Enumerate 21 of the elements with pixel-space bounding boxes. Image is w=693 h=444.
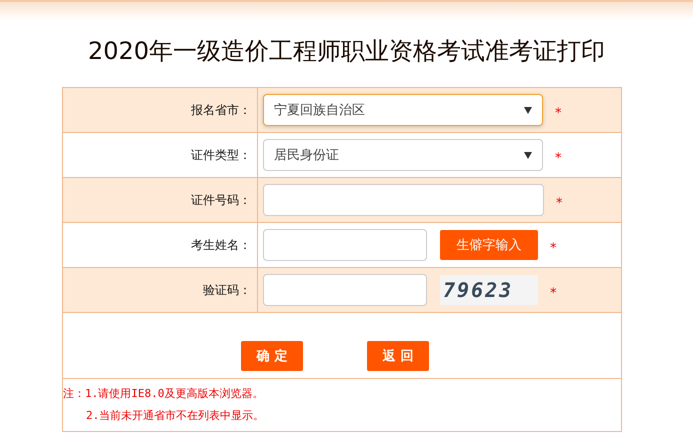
select-field[interactable]: 宁夏回族自治区 bbox=[263, 94, 543, 126]
note-text: 注：1.请使用IE8.0及更高版本浏览器。 bbox=[63, 387, 264, 400]
dropdown-caret-icon bbox=[524, 152, 532, 158]
field-label: 考生姓名： bbox=[191, 236, 251, 254]
required-mark: * bbox=[550, 286, 556, 300]
required-mark: * bbox=[550, 240, 556, 256]
field-label: 报名省市： bbox=[191, 102, 251, 118]
dropdown-caret-icon bbox=[524, 106, 532, 114]
note-text: 2.当前未开通省市不在列表中显示。 bbox=[86, 409, 264, 422]
field-label: 证件号码： bbox=[191, 192, 251, 208]
input-field[interactable] bbox=[263, 229, 427, 261]
required-mark: * bbox=[556, 196, 562, 210]
required-mark: * bbox=[555, 150, 562, 166]
field-label: 验证码： bbox=[203, 282, 251, 298]
input-field[interactable] bbox=[263, 184, 544, 216]
required-mark: * bbox=[555, 106, 562, 120]
input-field[interactable] bbox=[263, 274, 427, 306]
select-field[interactable]: 居民身份证 bbox=[263, 139, 543, 171]
page-title: 2020年一级造价工程师职业资格考试准考证打印 bbox=[86, 36, 606, 67]
field-label: 证件类型： bbox=[191, 146, 251, 164]
captcha-image[interactable]: 79623 bbox=[440, 275, 538, 305]
